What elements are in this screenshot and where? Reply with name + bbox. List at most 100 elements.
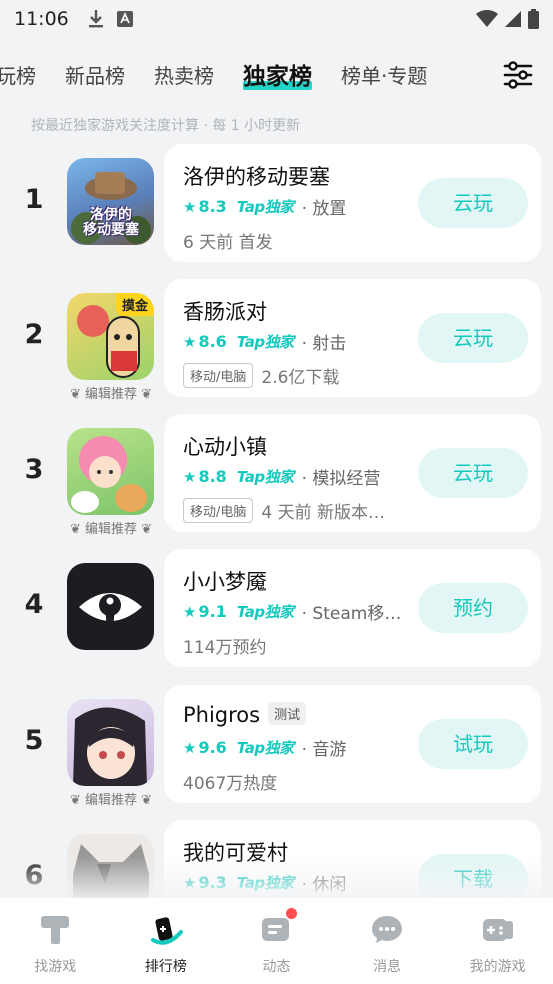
game-icon[interactable]: 摸金 (67, 293, 154, 380)
nav-messages[interactable]: 消息 (332, 898, 443, 984)
nav-label: 我的游戏 (469, 959, 526, 975)
test-tag: 测试 (268, 702, 307, 725)
wifi-icon (476, 10, 498, 27)
hammer-icon (41, 916, 70, 944)
game-genre: · 休闲 (301, 875, 347, 895)
game-name: 洛伊的移动要塞 (183, 165, 330, 189)
notification-dot (286, 908, 298, 919)
game-score: 8.8 (198, 467, 227, 486)
tab-new-ranking[interactable]: 新品榜 (65, 60, 125, 89)
game-genre: · Steam移… (301, 604, 402, 624)
rank-number: 3 (24, 454, 44, 485)
tap-exclusive-badge: Tap独家 (236, 468, 294, 486)
game-info: 2.6亿下载 (261, 368, 340, 388)
tap-exclusive-badge: Tap独家 (236, 874, 294, 892)
nav-my-games[interactable]: 我的游戏 (442, 898, 553, 984)
list-item[interactable]: 3 ❦ 编辑推荐 ❦ 心动小镇 ★ 8.8 Tap独家 · 模拟经营 移动/电脑… (0, 414, 553, 537)
game-genre: · 射击 (301, 334, 347, 354)
game-score: 9.1 (198, 602, 227, 621)
promo-badge: 摸金 (115, 293, 154, 316)
cloud-play-button[interactable]: 云玩 (418, 448, 528, 498)
list-item[interactable]: 5 ❦ 编辑推荐 ❦ Phigros 测试 ★ 9.6 Tap独家 · 音游 40… (0, 685, 553, 808)
battery-icon (528, 9, 539, 29)
status-time: 11:06 (14, 8, 69, 30)
rank-number: 2 (24, 319, 44, 350)
game-icon[interactable]: 洛伊的 移动要塞 (67, 158, 154, 245)
game-score: 9.3 (198, 873, 227, 892)
game-name: Phigros 测试 (183, 702, 307, 727)
star-icon: ★ (183, 873, 197, 892)
nav-ranking[interactable]: 排行榜 (111, 898, 222, 984)
cloud-play-button[interactable]: 云玩 (418, 178, 528, 228)
platform-tag: 移动/电脑 (183, 363, 254, 388)
bottom-navigation: 找游戏 排行榜 动态 消息 我的游戏 (0, 898, 553, 984)
ranking-subtitle: 按最近独家游戏关注度计算 · 每 1 小时更新 (31, 118, 301, 134)
game-info: 4067万热度 (183, 774, 278, 794)
game-card[interactable]: 小小梦魇 ★ 9.1 Tap独家 · Steam移… 114万预约 预约 (164, 549, 541, 667)
game-card[interactable]: 心动小镇 ★ 8.8 Tap独家 · 模拟经营 移动/电脑 4 天前 新版本… … (164, 414, 541, 532)
game-name: 小小梦魇 (183, 570, 267, 594)
download-icon (88, 10, 103, 28)
game-score: 8.6 (198, 332, 227, 351)
game-icon[interactable] (67, 563, 154, 650)
ranking-icon (150, 917, 183, 945)
star-icon: ★ (183, 602, 197, 621)
editor-pick-label: ❦ 编辑推荐 ❦ (70, 793, 153, 808)
cloud-play-button[interactable]: 云玩 (418, 313, 528, 363)
tab-lists-topics[interactable]: 榜单·专题 (341, 60, 427, 89)
platform-tag: 移动/电脑 (183, 498, 254, 523)
game-name: 心动小镇 (183, 435, 267, 459)
game-icon[interactable] (67, 428, 154, 515)
game-info: 6 天前 首发 (183, 233, 273, 253)
chat-bubble-icon (372, 916, 403, 943)
game-card[interactable]: 香肠派对 ★ 8.6 Tap独家 · 射击 移动/电脑 2.6亿下载 云玩 (164, 279, 541, 397)
game-info: 4 天前 新版本… (261, 503, 386, 523)
game-name: 香肠派对 (183, 300, 267, 324)
gamepad-icon (482, 919, 513, 941)
tap-exclusive-badge: Tap独家 (236, 333, 294, 351)
nav-label: 消息 (373, 959, 402, 975)
list-item[interactable]: 2 摸金 ❦ 编辑推荐 ❦ 香肠派对 ★ 8.6 Tap独家 · 射击 移动/电… (0, 279, 553, 402)
rank-number: 4 (24, 589, 44, 620)
game-card[interactable]: 洛伊的移动要塞 ★ 8.3 Tap独家 · 放置 6 天前 首发 云玩 (164, 144, 541, 262)
star-icon: ★ (183, 738, 197, 757)
tab-bestseller-ranking[interactable]: 热卖榜 (154, 60, 214, 89)
star-icon: ★ (183, 332, 197, 351)
app-notification-icon (116, 11, 133, 27)
editor-pick-label: ❦ 编辑推荐 ❦ (70, 522, 153, 537)
tap-exclusive-badge: Tap独家 (236, 198, 294, 216)
game-genre: · 放置 (301, 199, 347, 219)
game-score: 9.6 (198, 738, 227, 757)
game-card[interactable]: Phigros 测试 ★ 9.6 Tap独家 · 音游 4067万热度 试玩 (164, 685, 541, 803)
reserve-button[interactable]: 预约 (418, 583, 528, 633)
star-icon: ★ (183, 467, 197, 486)
rank-number: 6 (24, 860, 44, 891)
tap-exclusive-badge: Tap独家 (236, 739, 294, 757)
game-name: 我的可爱村 (183, 841, 288, 865)
editor-pick-label: ❦ 编辑推荐 ❦ (70, 387, 153, 402)
nav-label: 排行榜 (144, 959, 187, 975)
tab-exclusive-ranking[interactable]: 独家榜 (243, 57, 312, 91)
download-button[interactable]: 下载 (418, 854, 528, 904)
game-info: 114万预约 (183, 638, 267, 658)
filter-settings-icon[interactable] (503, 60, 533, 90)
tap-exclusive-badge: Tap独家 (236, 603, 294, 621)
game-icon[interactable] (67, 699, 154, 786)
nav-feed[interactable]: 动态 (221, 898, 332, 984)
trial-play-button[interactable]: 试玩 (418, 719, 528, 769)
ranking-tabs: 玩榜 新品榜 热卖榜 独家榜 榜单·专题 (0, 52, 553, 96)
list-item[interactable]: 1 洛伊的 移动要塞 洛伊的移动要塞 ★ 8.3 Tap独家 · 放置 6 天前… (0, 144, 553, 262)
rank-number: 1 (24, 184, 44, 215)
nav-label: 动态 (262, 959, 291, 975)
game-score: 8.3 (198, 197, 227, 216)
rank-number: 5 (24, 725, 44, 756)
status-bar: 11:06 (0, 0, 553, 38)
nav-label: 找游戏 (34, 959, 77, 975)
tab-play-ranking[interactable]: 玩榜 (0, 60, 36, 89)
nav-find-games[interactable]: 找游戏 (0, 898, 111, 984)
star-icon: ★ (183, 197, 197, 216)
game-genre: · 音游 (301, 740, 347, 760)
game-genre: · 模拟经营 (301, 469, 381, 489)
list-item[interactable]: 4 小小梦魇 ★ 9.1 Tap独家 · Steam移… 114万预约 预约 (0, 549, 553, 667)
game-icon-title: 洛伊的 移动要塞 (83, 207, 139, 238)
